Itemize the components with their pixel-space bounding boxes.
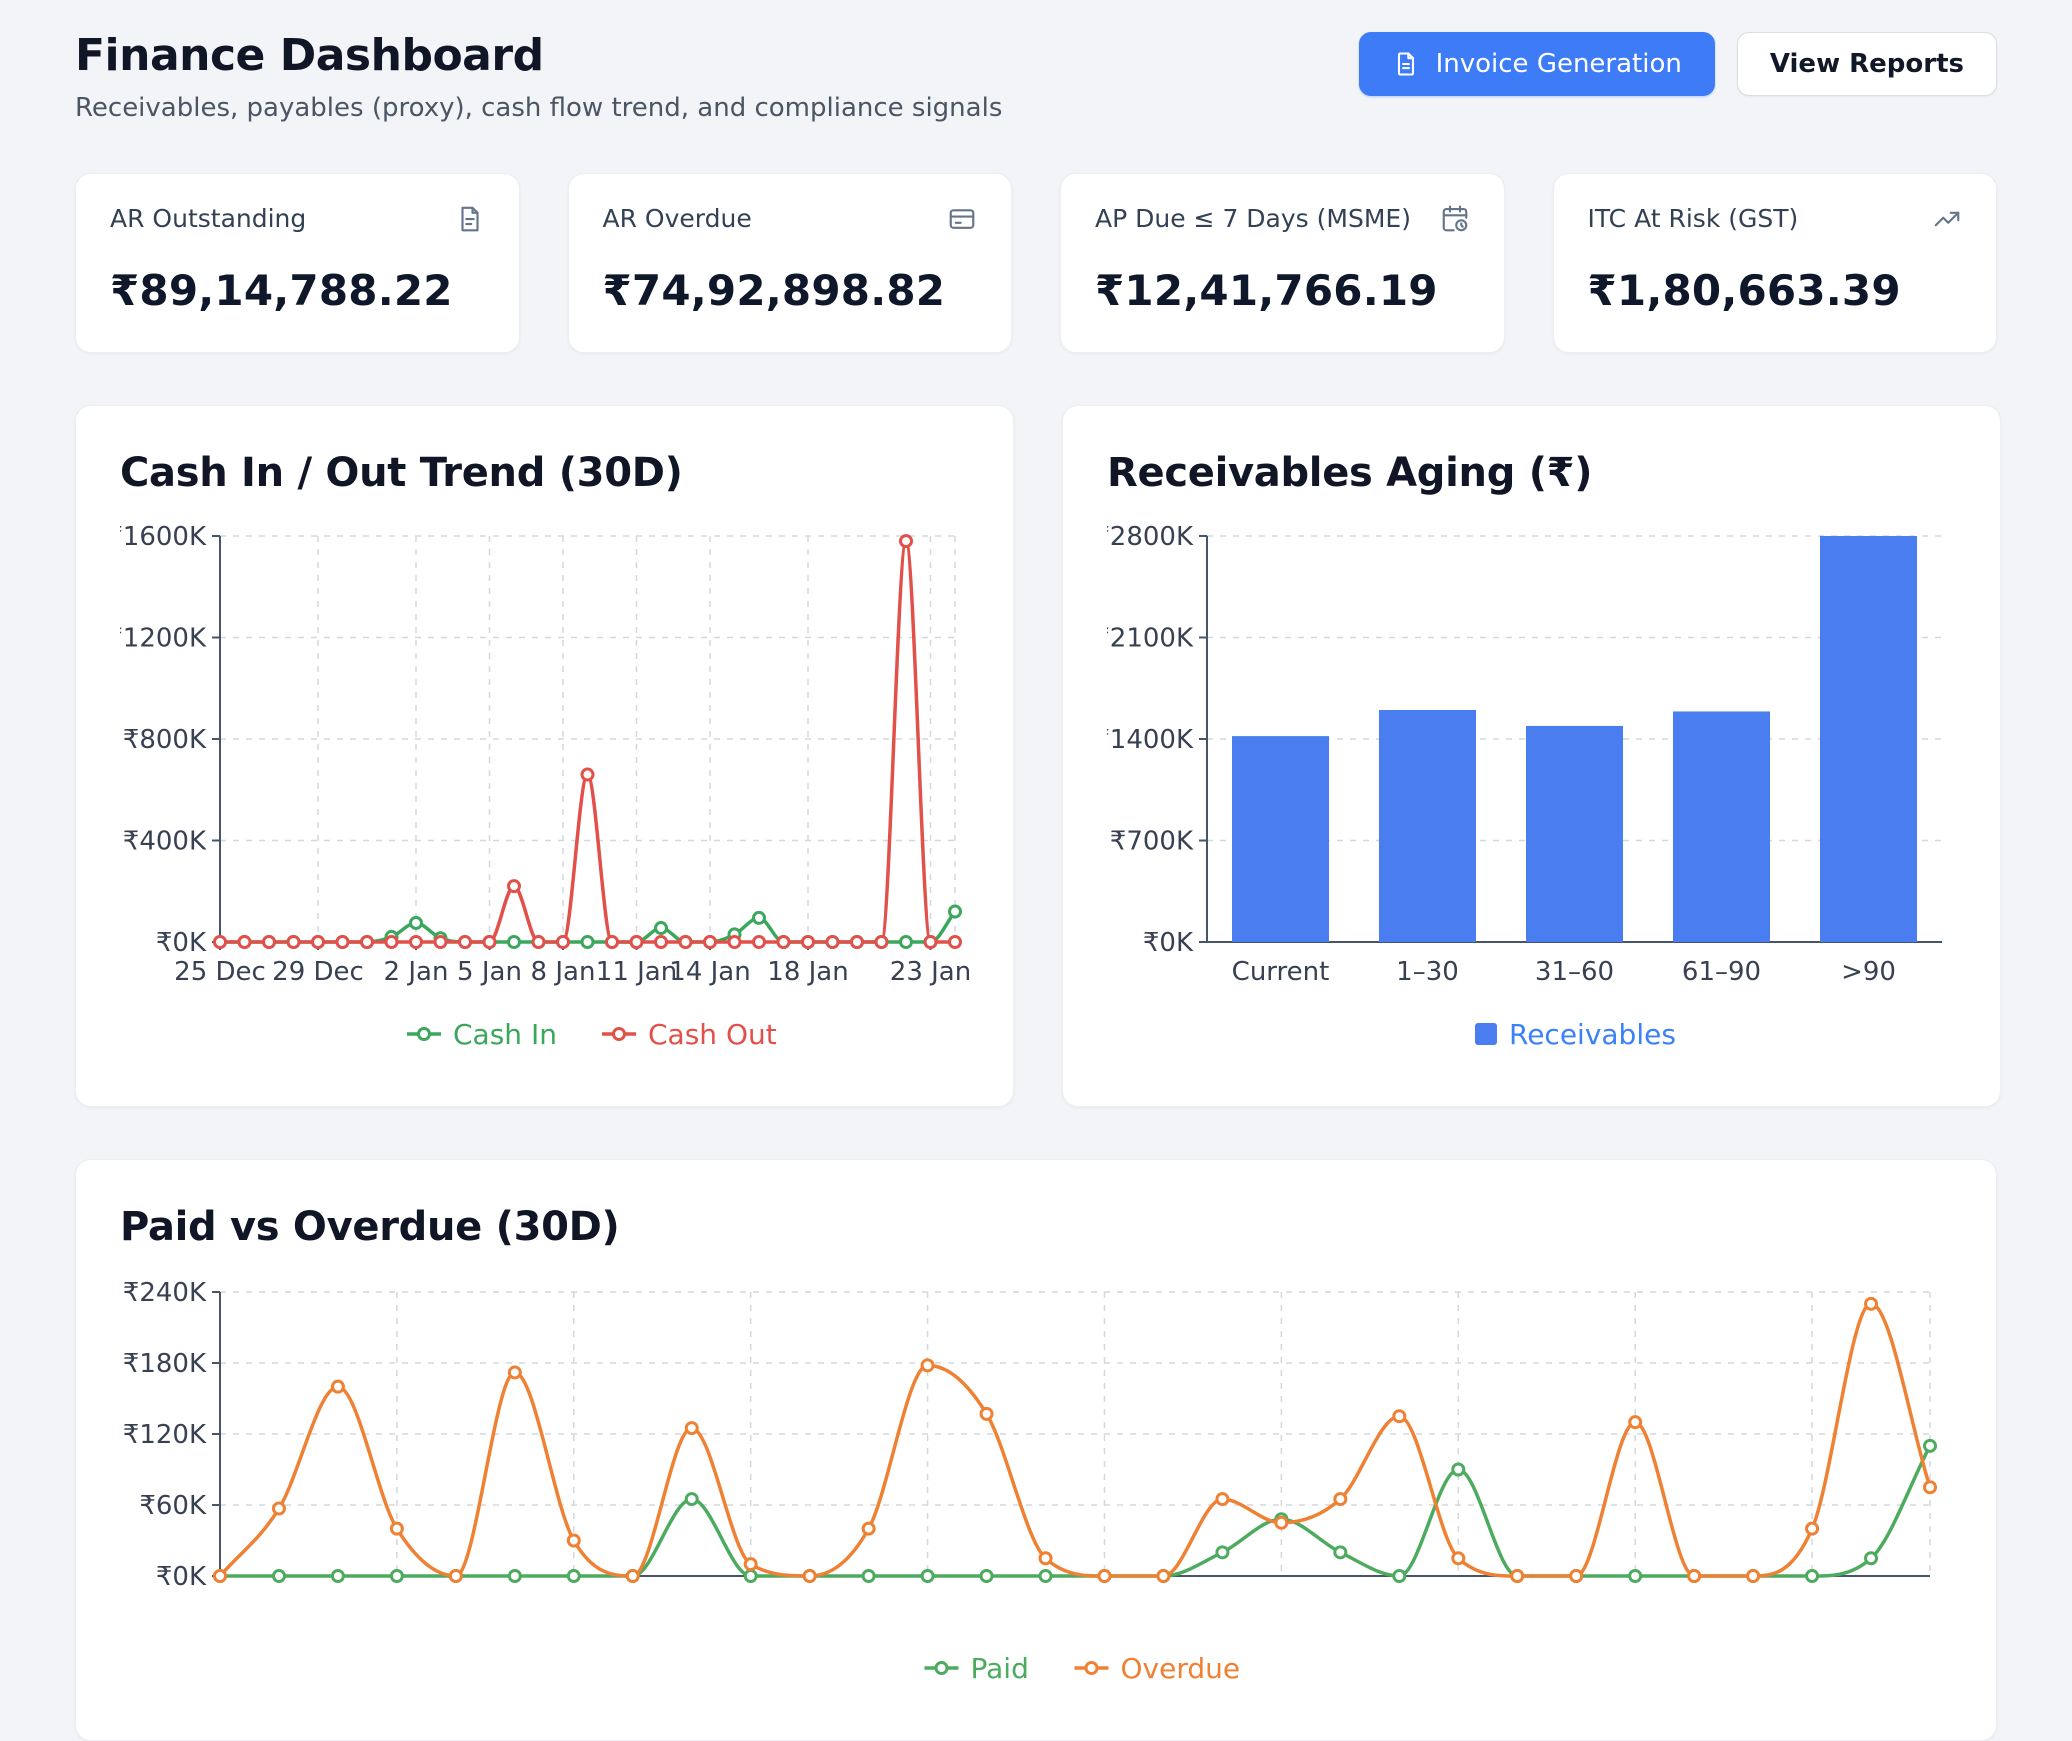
invoice-generation-button[interactable]: Invoice Generation bbox=[1359, 32, 1715, 96]
kpi-card-ar-overdue: AR Overdue ₹74,92,898.82 bbox=[568, 173, 1013, 353]
svg-text:Current: Current bbox=[1232, 957, 1330, 987]
page-title: Finance Dashboard bbox=[75, 30, 1002, 81]
charts-row: Cash In / Out Trend (30D) ₹0K₹400K₹800K₹… bbox=[75, 405, 1997, 1107]
credit-card-icon bbox=[947, 204, 977, 238]
page-subtitle: Receivables, payables (proxy), cash flow… bbox=[75, 93, 1002, 123]
document-icon bbox=[1392, 50, 1420, 78]
view-reports-button[interactable]: View Reports bbox=[1737, 32, 1997, 96]
paid-overdue-card: Paid vs Overdue (30D) ₹0K₹60K₹120K₹180K₹… bbox=[75, 1159, 1997, 1741]
svg-text:₹400K: ₹400K bbox=[123, 827, 207, 857]
svg-text:₹1400K: ₹1400K bbox=[1107, 725, 1194, 755]
svg-text:5 Jan: 5 Jan bbox=[457, 957, 522, 987]
kpi-label: AR Overdue bbox=[603, 204, 752, 233]
receivables-aging-chart: ₹0K ₹700K ₹1400K ₹2100K ₹2800K Current 1–30 31–… bbox=[1107, 522, 1956, 1062]
paid-overdue-title: Paid vs Overdue (30D) bbox=[120, 1204, 1952, 1250]
kpi-label: ITC At Risk (GST) bbox=[1588, 204, 1799, 233]
kpi-card-ap-due-7-days: AP Due ≤ 7 Days (MSME) ₹12,41,766.19 bbox=[1060, 173, 1505, 353]
trending-up-icon bbox=[1932, 204, 1962, 238]
kpi-value: ₹12,41,766.19 bbox=[1095, 266, 1470, 315]
svg-text:₹240K: ₹240K bbox=[123, 1278, 207, 1308]
svg-text:Receivables: Receivables bbox=[1509, 1018, 1676, 1051]
calendar-clock-icon bbox=[1440, 204, 1470, 238]
svg-text:25 Dec: 25 Dec bbox=[174, 957, 266, 987]
svg-text:₹1600K: ₹1600K bbox=[120, 522, 207, 552]
svg-text:₹800K: ₹800K bbox=[123, 725, 207, 755]
svg-text:61–90: 61–90 bbox=[1682, 957, 1761, 987]
header-text: Finance Dashboard Receivables, payables … bbox=[75, 24, 1002, 123]
svg-text:₹2100K: ₹2100K bbox=[1107, 624, 1194, 654]
svg-text:11 Jan: 11 Jan bbox=[596, 957, 677, 987]
svg-text:2 Jan: 2 Jan bbox=[384, 957, 449, 987]
svg-text:₹700K: ₹700K bbox=[1110, 827, 1194, 857]
paid-overdue-chart: ₹0K₹60K₹120K₹180K₹240KPaidOverdue bbox=[120, 1276, 1954, 1696]
svg-text:₹0K: ₹0K bbox=[156, 928, 207, 958]
cash-trend-card: Cash In / Out Trend (30D) ₹0K₹400K₹800K₹… bbox=[75, 405, 1014, 1107]
svg-text:8 Jan: 8 Jan bbox=[531, 957, 596, 987]
kpi-card-itc-at-risk: ITC At Risk (GST) ₹1,80,663.39 bbox=[1553, 173, 1998, 353]
svg-text:₹2800K: ₹2800K bbox=[1107, 522, 1194, 552]
page-header: Finance Dashboard Receivables, payables … bbox=[75, 24, 1997, 123]
svg-text:23 Jan: 23 Jan bbox=[890, 957, 969, 987]
svg-text:Paid: Paid bbox=[971, 1652, 1029, 1685]
svg-text:Overdue: Overdue bbox=[1121, 1652, 1241, 1685]
svg-text:14 Jan: 14 Jan bbox=[669, 957, 750, 987]
svg-text:₹0K: ₹0K bbox=[1143, 928, 1194, 958]
cash-trend-title: Cash In / Out Trend (30D) bbox=[120, 450, 969, 496]
svg-text:31–60: 31–60 bbox=[1535, 957, 1614, 987]
svg-text:₹120K: ₹120K bbox=[123, 1420, 207, 1450]
svg-text:₹1200K: ₹1200K bbox=[120, 624, 207, 654]
invoice-generation-label: Invoice Generation bbox=[1436, 49, 1682, 79]
svg-text:1–30: 1–30 bbox=[1396, 957, 1459, 987]
kpi-label: AP Due ≤ 7 Days (MSME) bbox=[1095, 204, 1411, 233]
svg-text:29 Dec: 29 Dec bbox=[272, 957, 364, 987]
kpi-card-ar-outstanding: AR Outstanding ₹89,14,788.22 bbox=[75, 173, 520, 353]
svg-text:Cash In: Cash In bbox=[453, 1018, 557, 1051]
svg-text:>90: >90 bbox=[1841, 957, 1896, 987]
kpi-value: ₹74,92,898.82 bbox=[603, 266, 978, 315]
svg-text:Cash Out: Cash Out bbox=[648, 1018, 777, 1051]
header-actions: Invoice Generation View Reports bbox=[1359, 32, 1997, 96]
kpi-row: AR Outstanding ₹89,14,788.22 AR Overdue … bbox=[75, 173, 1997, 353]
svg-text:₹180K: ₹180K bbox=[123, 1349, 207, 1379]
receipt-icon bbox=[455, 204, 485, 238]
receivables-aging-title: Receivables Aging (₹) bbox=[1107, 450, 1956, 496]
view-reports-label: View Reports bbox=[1770, 49, 1964, 79]
kpi-value: ₹89,14,788.22 bbox=[110, 266, 485, 315]
kpi-label: AR Outstanding bbox=[110, 204, 306, 233]
receivables-aging-card: Receivables Aging (₹) ₹0K ₹700K ₹1400K ₹210… bbox=[1062, 405, 2001, 1107]
svg-text:18 Jan: 18 Jan bbox=[767, 957, 848, 987]
svg-text:₹60K: ₹60K bbox=[139, 1491, 207, 1521]
kpi-value: ₹1,80,663.39 bbox=[1588, 266, 1963, 315]
cash-trend-chart: ₹0K ₹400K ₹800K ₹1200K ₹1600K 25 Dec29 Dec 2 J… bbox=[120, 522, 969, 1062]
